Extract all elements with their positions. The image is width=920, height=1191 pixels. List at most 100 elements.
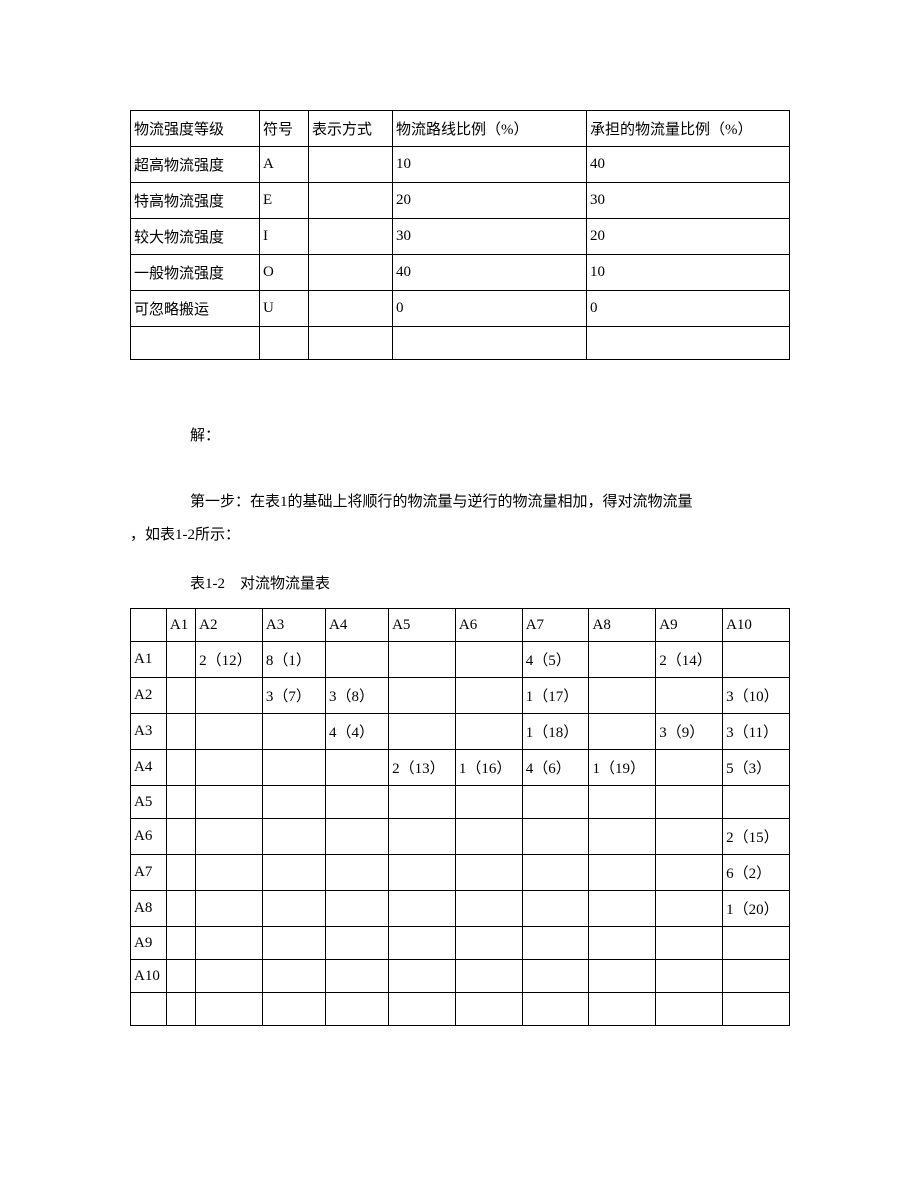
cell <box>196 855 263 891</box>
cell <box>589 678 656 714</box>
cell: 一般物流强度 <box>131 255 260 291</box>
row-label: A2 <box>131 678 167 714</box>
cell <box>522 786 589 819</box>
row-label: A1 <box>131 642 167 678</box>
cell <box>196 891 263 927</box>
table-row <box>131 327 790 360</box>
cell <box>196 927 263 960</box>
cell <box>326 993 389 1026</box>
table-row: A4 2（13） 1（16） 4（6） 1（19） 5（3） <box>131 750 790 786</box>
row-label: A8 <box>131 891 167 927</box>
cell <box>326 927 389 960</box>
cell <box>522 819 589 855</box>
cell <box>262 819 325 855</box>
table-row: A8 1（20） <box>131 891 790 927</box>
cell <box>262 714 325 750</box>
cell <box>262 960 325 993</box>
cell: A <box>260 147 309 183</box>
table-row: 一般物流强度 O 40 10 <box>131 255 790 291</box>
table2-caption: 表1-2 对流物流量表 <box>130 572 790 593</box>
cell <box>656 993 723 1026</box>
cell <box>389 891 456 927</box>
cell <box>326 786 389 819</box>
table-row: A1 2（12） 8（1） 4（5） 2（14） <box>131 642 790 678</box>
th-blank <box>131 609 167 642</box>
cell <box>196 960 263 993</box>
cell: 特高物流强度 <box>131 183 260 219</box>
cell <box>589 819 656 855</box>
th-a7: A7 <box>522 609 589 642</box>
cell: I <box>260 219 309 255</box>
cell <box>455 891 522 927</box>
cell <box>589 855 656 891</box>
cell: 2（14） <box>656 642 723 678</box>
cell <box>309 219 393 255</box>
cell <box>589 927 656 960</box>
cell <box>389 819 456 855</box>
cell <box>723 642 790 678</box>
cell <box>166 993 195 1026</box>
th-a2: A2 <box>196 609 263 642</box>
cell <box>589 993 656 1026</box>
table-row: A2 3（7） 3（8） 1（17） 3（10） <box>131 678 790 714</box>
cell <box>522 855 589 891</box>
table-row: 可忽略搬运 U 0 0 <box>131 291 790 327</box>
th-a3: A3 <box>262 609 325 642</box>
cell <box>262 786 325 819</box>
table-row: 较大物流强度 I 30 20 <box>131 219 790 255</box>
cell <box>326 750 389 786</box>
cell: 3（11） <box>723 714 790 750</box>
cell: E <box>260 183 309 219</box>
cell <box>656 819 723 855</box>
cell <box>522 993 589 1026</box>
cell <box>656 750 723 786</box>
cell <box>196 750 263 786</box>
cell: 1（20） <box>723 891 790 927</box>
cell <box>455 855 522 891</box>
cell: 2（15） <box>723 819 790 855</box>
cell <box>326 855 389 891</box>
row-label: A9 <box>131 927 167 960</box>
cell <box>589 714 656 750</box>
cell <box>389 993 456 1026</box>
cell <box>656 678 723 714</box>
row-label: A10 <box>131 960 167 993</box>
table-logistics-intensity: 物流强度等级 符号 表示方式 物流路线比例（%） 承担的物流量比例（%） 超高物… <box>130 110 790 360</box>
cell: 8（1） <box>262 642 325 678</box>
cell <box>166 819 195 855</box>
para-solution: 解： <box>130 420 790 453</box>
para-step1-line1: 第一步：在表1的基础上将顺行的物流量与逆行的物流量相加，得对流物流量 <box>130 486 790 519</box>
paragraph-block: 解： 第一步：在表1的基础上将顺行的物流量与逆行的物流量相加，得对流物流量 ，如… <box>130 420 790 552</box>
cell <box>262 993 325 1026</box>
cell <box>589 960 656 993</box>
row-label: A5 <box>131 786 167 819</box>
cell <box>326 819 389 855</box>
cell <box>262 927 325 960</box>
cell: 4（4） <box>326 714 389 750</box>
cell <box>455 714 522 750</box>
th-a9: A9 <box>656 609 723 642</box>
th-a8: A8 <box>589 609 656 642</box>
cell <box>455 678 522 714</box>
cell <box>656 855 723 891</box>
page-content: 物流强度等级 符号 表示方式 物流路线比例（%） 承担的物流量比例（%） 超高物… <box>0 110 920 1026</box>
cell <box>455 819 522 855</box>
table-row: A3 4（4） 1（18） 3（9） 3（11） <box>131 714 790 750</box>
cell: 6（2） <box>723 855 790 891</box>
cell <box>589 786 656 819</box>
th-a5: A5 <box>389 609 456 642</box>
cell <box>166 786 195 819</box>
cell <box>723 786 790 819</box>
cell <box>455 786 522 819</box>
cell <box>262 855 325 891</box>
cell <box>309 255 393 291</box>
cell <box>262 891 325 927</box>
cell <box>389 678 456 714</box>
row-label: A3 <box>131 714 167 750</box>
cell <box>389 786 456 819</box>
table-flow-matrix: A1 A2 A3 A4 A5 A6 A7 A8 A9 A10 A1 2（12） … <box>130 608 790 1026</box>
cell <box>166 678 195 714</box>
cell <box>260 327 309 360</box>
cell <box>389 714 456 750</box>
cell <box>326 960 389 993</box>
